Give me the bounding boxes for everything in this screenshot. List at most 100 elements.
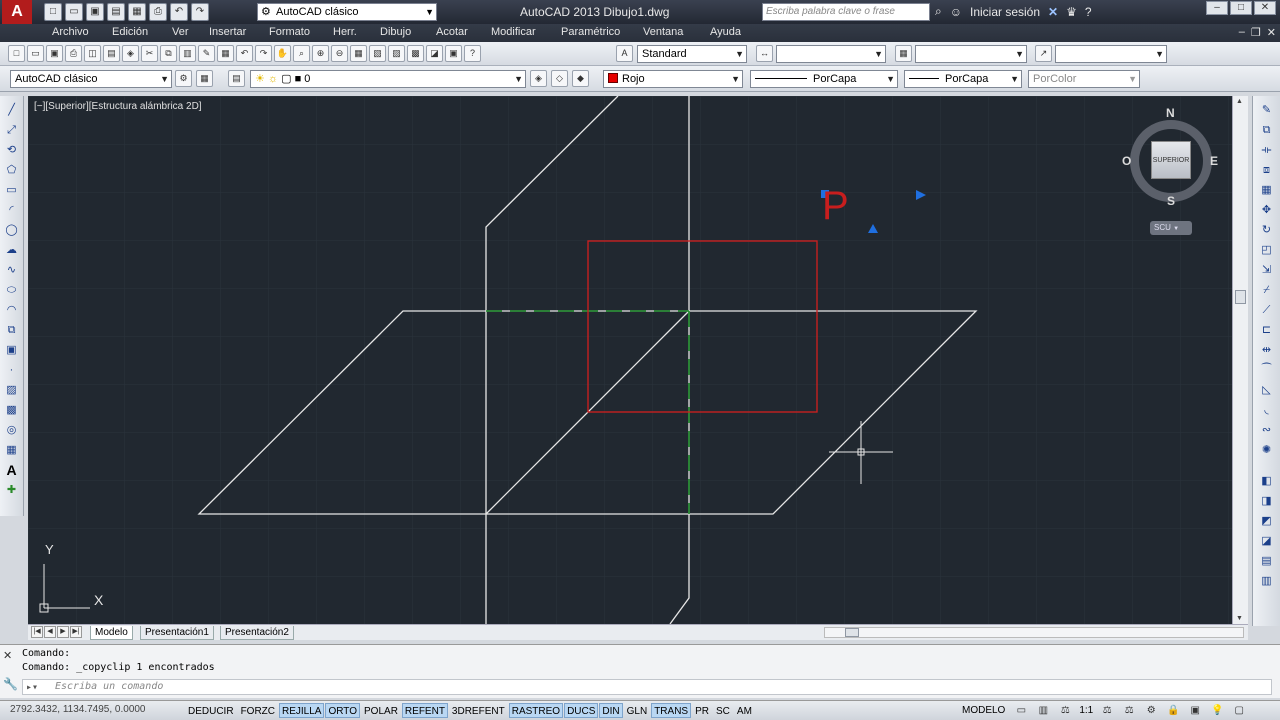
hatch-back-icon[interactable]: ▥ [1258,573,1275,590]
text-style-select[interactable]: Standard ▼ [637,45,747,63]
add-selected-icon[interactable]: ✚ [3,482,20,499]
tab-modelo[interactable]: Modelo [90,626,133,640]
arc-icon[interactable]: ◜ [3,202,20,219]
layer-select[interactable]: ☀ ☼ ▢ ■ 0 ▼ [250,70,526,88]
menu-edicion[interactable]: Edición [112,26,148,38]
markup-icon[interactable]: ◪ [426,45,443,62]
linetype-select[interactable]: PorCapa ▼ [750,70,898,88]
workspace-settings-icon[interactable]: ⚙ [175,70,192,87]
move-icon[interactable]: ✥ [1258,202,1275,219]
binoculars-icon[interactable]: ⌕ [935,4,942,19]
command-input[interactable]: ▸▾ Escriba un comando [22,679,1272,695]
status-toggle-rejilla[interactable]: REJILLA [279,703,325,718]
multiline-text-icon[interactable]: A [3,462,20,479]
doc-close-button[interactable]: ✕ [1267,26,1276,39]
doc-restore-button[interactable]: ❐ [1251,26,1261,39]
vertical-scroll-thumb[interactable] [1235,290,1246,304]
save-as-icon[interactable]: ▤ [107,3,125,21]
break-icon[interactable]: ⇹ [1258,342,1275,359]
command-prompt-icon[interactable]: ▸▾ [26,681,38,695]
make-current-layer-icon[interactable]: ◈ [530,70,547,87]
sheet-set-icon[interactable]: ▩ [407,45,424,62]
insert-block-icon[interactable]: ⧉ [3,322,20,339]
coordinates-readout[interactable]: 2792.3432, 1134.7495, 0.0000 [10,704,146,715]
status-toggle-orto[interactable]: ORTO [325,703,361,718]
stretch-icon[interactable]: ⇲ [1258,262,1275,279]
annotation-scale-value[interactable]: 1:1 [1079,705,1093,716]
undo-icon[interactable]: ↶ [236,45,253,62]
application-menu-button[interactable]: A [2,0,32,24]
table-style-icon[interactable]: ▦ [895,45,912,62]
doc-minimize-button[interactable]: – [1239,26,1245,39]
menu-acotar[interactable]: Acotar [436,26,468,38]
status-toggle-refent[interactable]: REFENT [401,703,448,718]
draworder-front-icon[interactable]: ◧ [1258,473,1275,490]
zoom-previous-icon[interactable]: ⊖ [331,45,348,62]
color-select[interactable]: Rojo ▼ [603,70,743,88]
status-toggle-din[interactable]: DIN [599,703,623,718]
quick-view-drawings-icon[interactable]: ▥ [1035,703,1051,718]
plot-icon[interactable]: ⎙ [65,45,82,62]
hardware-acceleration-icon[interactable]: ▣ [1187,703,1203,718]
text-object-p[interactable]: P [822,186,849,226]
rectangle-icon[interactable]: ▭ [3,182,20,199]
viewcube-south[interactable]: S [1167,194,1175,208]
circle-icon[interactable]: ◯ [3,222,20,239]
status-toggle-polar[interactable]: POLAR [361,703,401,718]
isolate-objects-icon[interactable]: 💡 [1209,703,1225,718]
ellipse-arc-icon[interactable]: ◠ [3,302,20,319]
last-tab-icon[interactable]: ▶| [70,626,82,638]
text-front-icon[interactable]: ▤ [1258,553,1275,570]
match-properties-icon[interactable]: ✎ [198,45,215,62]
mleader-style-icon[interactable]: ↗ [1035,45,1052,62]
cut-icon[interactable]: ✂ [141,45,158,62]
gradient-icon[interactable]: ▩ [3,402,20,419]
auto-scale-icon[interactable]: ⚖ [1121,703,1137,718]
first-tab-icon[interactable]: |◀ [31,626,43,638]
pan-icon[interactable]: ✋ [274,45,291,62]
hatch-icon[interactable]: ▨ [3,382,20,399]
3d-publish-icon[interactable]: ◈ [122,45,139,62]
annotation-visibility-icon[interactable]: ⚖ [1099,703,1115,718]
offset-icon[interactable]: ⧈ [1258,162,1275,179]
zoom-window-icon[interactable]: ⊕ [312,45,329,62]
status-toggle-trans[interactable]: TRANS [651,703,692,718]
model-space-button[interactable]: MODELO [960,703,1007,718]
workspace-custom-icon[interactable]: ▦ [196,70,213,87]
workspace-switching-icon[interactable]: ⚙ [1143,703,1159,718]
viewcube[interactable]: SUPERIOR N S O E [1122,106,1218,208]
dim-style-select[interactable]: ▼ [776,45,886,63]
status-toggle-sc[interactable]: SC [713,703,733,718]
help-search-input[interactable]: Escriba palabra clave o frase [762,3,930,21]
break-at-point-icon[interactable]: ⊏ [1258,322,1275,339]
drawing-area[interactable]: [−][Superior][Estructura alámbrica 2D] P… [28,96,1232,624]
design-center-icon[interactable]: ▧ [369,45,386,62]
ucs-menu-button[interactable]: SCU ▼ [1150,221,1192,235]
menu-insertar[interactable]: Insertar [209,26,246,38]
prev-tab-icon[interactable]: ◀ [44,626,56,638]
undo-icon[interactable]: ↶ [170,3,188,21]
region-icon[interactable]: ◎ [3,422,20,439]
tab-presentacion1[interactable]: Presentación1 [140,626,214,640]
ellipse-icon[interactable]: ⬭ [3,282,20,299]
zoom-realtime-icon[interactable]: ⌕ [293,45,310,62]
explode-icon[interactable]: ✺ [1258,442,1275,459]
polygon-icon[interactable]: ⬠ [3,162,20,179]
draworder-back-icon[interactable]: ◨ [1258,493,1275,510]
table-style-select[interactable]: ▼ [915,45,1027,63]
layer-properties-icon[interactable]: ▤ [228,70,245,87]
menu-modificar[interactable]: Modificar [491,26,536,38]
menu-ayuda[interactable]: Ayuda [710,26,741,38]
scale-icon[interactable]: ◰ [1258,242,1275,259]
status-toggle-ducs[interactable]: DUCS [564,703,599,718]
help-icon[interactable]: ? [464,45,481,62]
publish-icon[interactable]: ▤ [103,45,120,62]
menu-formato[interactable]: Formato [269,26,310,38]
revision-cloud-icon[interactable]: ☁ [3,242,20,259]
status-toggle-deducir[interactable]: DEDUCIR [185,703,237,718]
redo-icon[interactable]: ↷ [255,45,272,62]
new-icon[interactable]: □ [8,45,25,62]
sign-in-button[interactable]: Iniciar sesión [970,5,1040,19]
quickcalc-icon[interactable]: ▣ [445,45,462,62]
block-editor-icon[interactable]: ▦ [217,45,234,62]
